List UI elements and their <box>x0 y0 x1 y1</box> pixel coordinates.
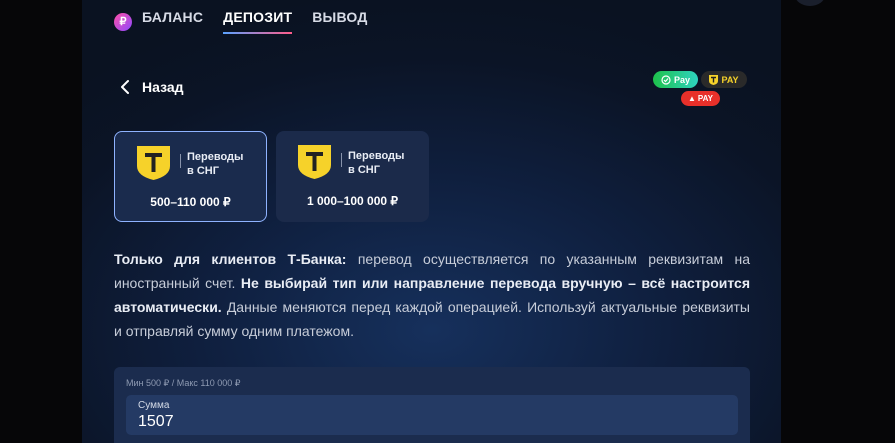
method-title-line2: в СНГ <box>187 165 219 177</box>
tab-deposit[interactable]: ДЕПОЗИТ <box>223 9 293 34</box>
alfa-pay-badge: ▲ PAY <box>681 91 720 106</box>
alfa-logo-icon: ▲ <box>687 94 696 103</box>
tbank-pay-label: PAY <box>721 74 739 85</box>
tbank-shield-icon <box>298 145 331 179</box>
tbank-shield-icon <box>709 74 719 85</box>
method-card-sng-1[interactable]: Переводы в СНГ 500–110 000 ₽ <box>114 131 267 222</box>
method-card-sng-2[interactable]: Переводы в СНГ 1 000–100 000 ₽ <box>276 131 429 222</box>
ruble-icon: ₽ <box>114 12 132 31</box>
method-title-line1: Переводы <box>187 151 244 163</box>
alfa-pay-label: PAY <box>697 94 714 103</box>
method-range: 500–110 000 ₽ <box>150 195 231 209</box>
chevron-left-icon <box>121 80 129 94</box>
amount-limits: Мин 500 ₽ / Макс 110 000 ₽ <box>126 378 241 388</box>
method-range: 1 000–100 000 ₽ <box>306 194 399 208</box>
tab-bar: ₽ БАЛАНС ДЕПОЗИТ ВЫВОД <box>114 9 388 34</box>
method-list: Переводы в СНГ 500–110 000 ₽ Переводы в … <box>114 131 438 222</box>
method-title: Переводы в СНГ <box>348 149 418 177</box>
sber-pay-label: Pay <box>673 74 690 85</box>
amount-input[interactable]: Сумма 1507 <box>126 395 738 435</box>
amount-section: Мин 500 ₽ / Макс 110 000 ₽ Сумма 1507 <box>114 367 750 443</box>
back-label: Назад <box>142 79 184 95</box>
method-title-line1: Переводы <box>348 150 405 162</box>
tbank-shield-icon <box>137 146 170 180</box>
tbank-pay-badge: PAY <box>701 71 747 88</box>
info-bold-clients: Только для клиентов Т-Банка: <box>114 251 347 267</box>
amount-value[interactable]: 1507 <box>138 413 174 431</box>
sber-pay-badge: Pay <box>653 71 698 88</box>
deposit-panel: ₽ БАЛАНС ДЕПОЗИТ ВЫВОД Назад Pay PAY ▲ P <box>82 0 781 443</box>
card-divider <box>341 153 342 167</box>
tab-withdraw[interactable]: ВЫВОД <box>312 9 367 34</box>
method-title: Переводы в СНГ <box>187 150 257 178</box>
tab-balance[interactable]: БАЛАНС <box>142 9 203 34</box>
amount-label: Сумма <box>138 400 170 411</box>
check-circle-icon <box>661 74 671 85</box>
method-title-line2: в СНГ <box>348 164 380 176</box>
corner-button[interactable] <box>795 0 825 6</box>
card-divider <box>180 154 181 168</box>
info-text: Только для клиентов Т-Банка: перевод осу… <box>114 247 750 343</box>
payment-badges: Pay PAY ▲ PAY <box>653 70 749 110</box>
back-button[interactable]: Назад <box>120 79 184 95</box>
